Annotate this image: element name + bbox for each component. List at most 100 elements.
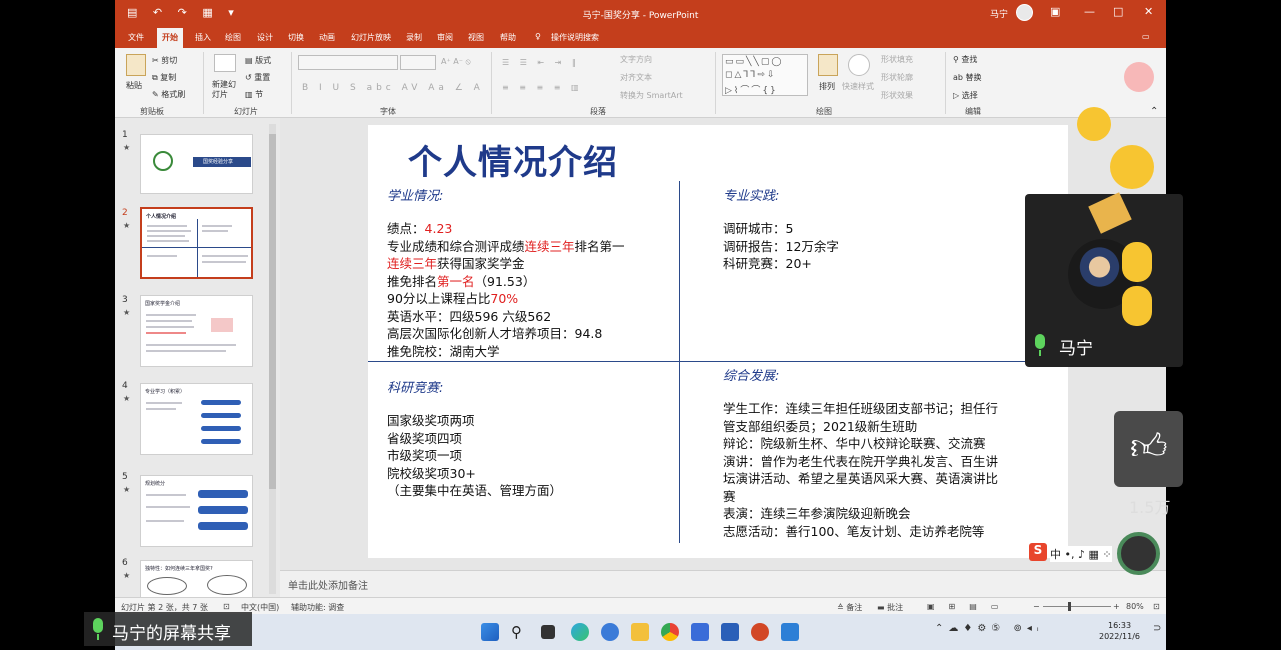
shape-fill-button[interactable]: 形状填充 — [881, 54, 913, 65]
divider — [203, 52, 204, 114]
smartart-button[interactable]: 转换为 SmartArt — [620, 90, 683, 101]
tab-draw[interactable]: 绘图 — [225, 32, 241, 43]
font-format-icons[interactable]: B I U S abc AV Aa ∠ A — [302, 83, 484, 93]
text-direction-button[interactable]: 文字方向 — [620, 54, 652, 65]
copy-button[interactable]: ⧉ 复制 — [152, 72, 176, 83]
zoom-slider[interactable] — [1043, 606, 1111, 607]
like-button[interactable]: 👍︎ — [1114, 411, 1183, 487]
shape-outline-button[interactable]: 形状轮廓 — [881, 72, 913, 83]
comments-button[interactable]: ▬ 批注 — [877, 602, 903, 613]
grin-emoji-icon — [1110, 145, 1154, 189]
thumb-text-line — [146, 332, 186, 334]
tab-file[interactable]: 文件 — [128, 32, 144, 43]
search-app-icon[interactable] — [601, 623, 619, 641]
zoom-out-icon[interactable]: − — [1033, 602, 1040, 611]
font-size-icons[interactable]: A⁺ A⁻ ⦸ — [441, 57, 471, 67]
slide-thumbnail-1[interactable]: 国奖经验分享 — [140, 134, 253, 194]
avatar[interactable] — [1016, 4, 1033, 21]
shapes-icons: ◻△⅂⅂⇨⇩ — [725, 70, 777, 80]
app-icon[interactable] — [691, 623, 709, 641]
replace-button[interactable]: ab 替换 — [953, 72, 982, 83]
spellcheck-icon[interactable]: ⊡ — [223, 602, 230, 611]
tell-me-search[interactable]: 操作说明搜索 — [551, 32, 599, 43]
edge-icon[interactable] — [571, 623, 589, 641]
meeting-app-icon[interactable] — [781, 623, 799, 641]
slide-thumbnail-6[interactable]: 独特性：如何连续三年拿国奖? — [140, 560, 253, 598]
reset-button[interactable]: ↺ 重置 — [245, 72, 270, 83]
minimize-button[interactable]: — — [1084, 5, 1095, 18]
section-button[interactable]: ▥ 节 — [245, 89, 263, 100]
find-button[interactable]: ⚲ 查找 — [953, 54, 977, 65]
tab-home[interactable]: 开始 — [157, 28, 183, 48]
search-icon[interactable]: ⚲ — [511, 623, 529, 641]
tab-insert[interactable]: 插入 — [195, 32, 211, 43]
participant-video-tile[interactable]: 马宁 — [1025, 192, 1183, 367]
scrollbar-thumb[interactable] — [269, 134, 276, 489]
paste-button[interactable]: 粘贴 — [126, 80, 142, 91]
practice-heading: 专业实践: — [723, 189, 780, 204]
cut-button[interactable]: ✂ 剪切 — [152, 55, 177, 66]
input-method-toolbar[interactable]: 中 •, ♪ ▦ ⁘ — [1050, 546, 1112, 562]
development-line: 志愿活动：善行100、笔友计划、走访养老院等 — [723, 523, 985, 539]
notes-pane[interactable]: 单击此处添加备注 — [280, 570, 1166, 597]
layout-button[interactable]: ▤ 版式 — [245, 55, 271, 66]
word-icon[interactable] — [721, 623, 739, 641]
arrange-button[interactable]: 排列 — [819, 81, 835, 92]
font-size-input[interactable] — [400, 55, 436, 70]
thumbnail-scrollbar[interactable] — [269, 124, 276, 594]
system-tray-icons[interactable]: ⌃☁♦⚙⑤ ⊚◂ᵢ — [935, 623, 1044, 634]
quick-styles-button[interactable]: 快速样式 — [842, 81, 874, 92]
file-explorer-icon[interactable] — [631, 623, 649, 641]
zoom-slider-thumb[interactable] — [1068, 602, 1071, 611]
fit-to-window-icon[interactable]: ⊡ — [1153, 602, 1160, 611]
align-icons[interactable]: ≡ ≡ ≡ ≡ ▥ — [502, 83, 583, 92]
paste-icon[interactable] — [126, 54, 146, 76]
thumb-text-line — [202, 255, 248, 257]
slide-thumbnail-4[interactable]: 专业学习（积累） — [140, 383, 253, 455]
font-name-input[interactable] — [298, 55, 398, 70]
slide-thumbnail-2[interactable]: 个人情况介绍 — [140, 207, 253, 279]
clock[interactable]: 16:33 2022/11/6 — [1099, 620, 1140, 642]
sogou-input-icon[interactable]: S — [1029, 543, 1047, 561]
notes-button[interactable]: ≙ 备注 — [837, 602, 862, 613]
tab-transitions[interactable]: 切换 — [288, 32, 304, 43]
maximize-button[interactable]: □ — [1113, 5, 1123, 18]
tab-review[interactable]: 审阅 — [437, 32, 453, 43]
task-view-icon[interactable] — [541, 625, 555, 639]
tab-design[interactable]: 设计 — [257, 32, 273, 43]
align-text-button[interactable]: 对齐文本 — [620, 72, 652, 83]
tab-help[interactable]: 帮助 — [500, 32, 516, 43]
ribbon-display-icon[interactable]: ▣ — [1050, 5, 1060, 18]
new-slide-button[interactable]: 新建幻灯片 — [212, 80, 240, 100]
view-buttons[interactable]: ▣⊞▤▭ — [927, 602, 1012, 611]
zoom-in-icon[interactable]: + — [1113, 602, 1120, 611]
tab-slideshow[interactable]: 幻灯片放映 — [351, 32, 391, 43]
select-button[interactable]: ▷ 选择 — [953, 90, 978, 101]
list-icons[interactable]: ☰ ☰ ⇤ ⇥ ‖ — [502, 58, 580, 67]
notification-icon[interactable]: ⊃ — [1153, 623, 1161, 634]
slide-thumbnail-5[interactable]: 规划统分 — [140, 475, 253, 547]
shape-effects-button[interactable]: 形状效果 — [881, 90, 913, 101]
close-button[interactable]: ✕ — [1144, 5, 1153, 18]
quick-styles-icon[interactable] — [848, 54, 870, 76]
chrome-icon[interactable] — [661, 623, 679, 641]
arrange-icon[interactable] — [818, 54, 838, 76]
tab-view[interactable]: 视图 — [468, 32, 484, 43]
format-painter-button[interactable]: ✎ 格式刷 — [152, 89, 185, 100]
powerpoint-icon[interactable] — [751, 623, 769, 641]
accessibility-status[interactable]: 辅助功能: 调查 — [291, 602, 344, 613]
progress-ring — [1117, 532, 1160, 575]
zoom-level[interactable]: 80% — [1126, 602, 1144, 611]
slide-thumbnail-3[interactable]: 国家奖学金介绍 — [140, 295, 253, 367]
tab-animations[interactable]: 动画 — [319, 32, 335, 43]
tab-record[interactable]: 录制 — [406, 32, 422, 43]
shapes-gallery[interactable]: ▭▭╲╲▢◯ ◻△⅂⅂⇨⇩ ▷⌇⌒⌒{} — [722, 54, 808, 96]
thumbs-up-icon: 👍︎ — [1130, 427, 1168, 468]
new-slide-icon[interactable] — [214, 54, 236, 72]
start-icon[interactable] — [481, 623, 499, 641]
comments-icon[interactable]: ▭ — [1142, 32, 1150, 41]
collapse-ribbon-icon[interactable]: ⌃ — [1150, 106, 1158, 117]
thumb-divider — [197, 219, 198, 277]
current-slide[interactable]: 个人情况介绍 学业情况: 绩点：4.23 专业成绩和综合测评成绩连续三年排名第一… — [368, 125, 1068, 558]
slide-number: 6 — [122, 558, 128, 568]
